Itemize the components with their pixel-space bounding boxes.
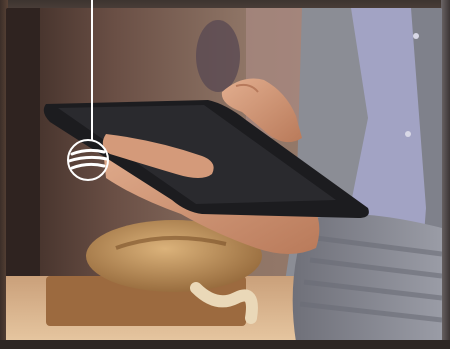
frame-edge-bottom	[0, 340, 450, 349]
frame-edge-right	[441, 0, 450, 349]
shirt-button	[413, 33, 419, 39]
striped-circle-badge-icon	[66, 138, 110, 182]
shirt-button	[405, 131, 411, 137]
photo-card	[0, 0, 450, 349]
wall-decoration	[196, 20, 240, 92]
ornament-string	[91, 0, 93, 140]
